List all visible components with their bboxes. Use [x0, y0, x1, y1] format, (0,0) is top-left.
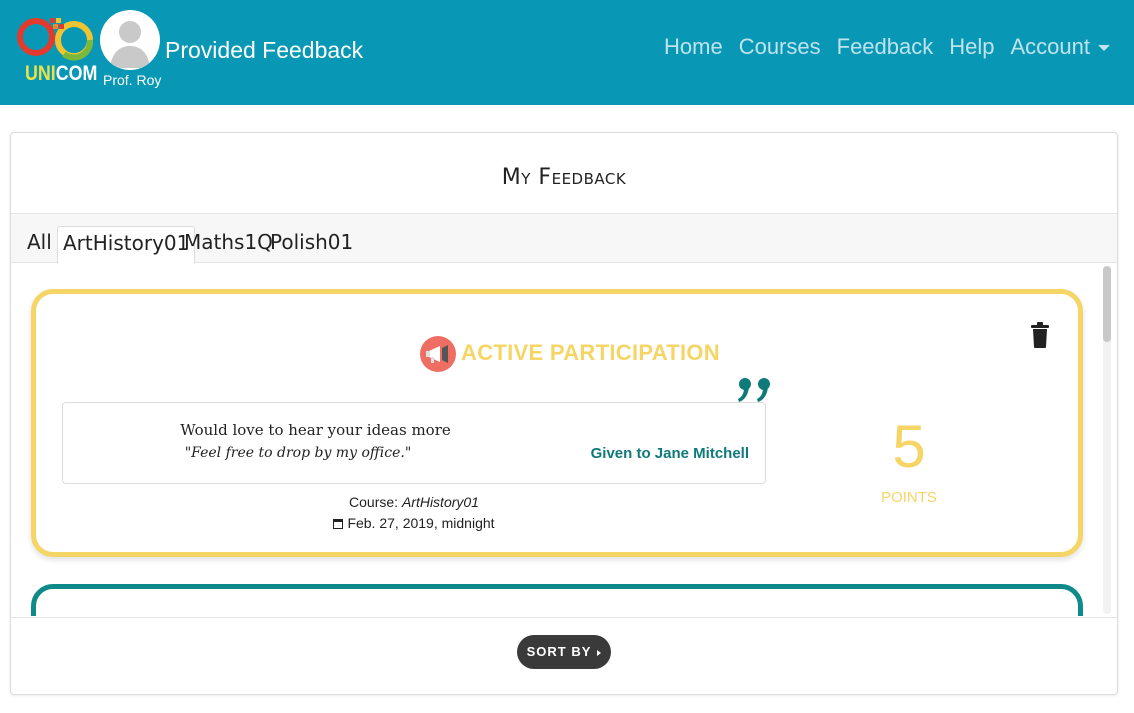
recipient-label: Given to Jane Mitchell — [590, 445, 749, 462]
nav-account[interactable]: Account — [1010, 34, 1110, 60]
user-name: Prof. Roy — [103, 72, 162, 88]
feedback-line-1: Would love to hear your ideas more — [180, 421, 451, 439]
page-title: Provided Feedback — [165, 37, 364, 63]
course-label: Course: — [349, 494, 399, 510]
scrollbar[interactable] — [1103, 266, 1111, 614]
megaphone-icon — [420, 336, 456, 372]
feedback-item: ACTIVE PARTICIPATION Would love to hear … — [31, 289, 1083, 557]
feedback-message: Would love to hear your ideas more "Feel… — [62, 402, 766, 484]
trash-icon[interactable] — [1030, 322, 1050, 348]
nav-home[interactable]: Home — [664, 34, 723, 60]
feedback-date: Feb. 27, 2019, midnight — [347, 515, 495, 531]
points-label: POINTS — [881, 489, 937, 506]
tab-maths1q[interactable]: Maths1Q — [179, 226, 278, 264]
nav-account-label: Account — [1010, 34, 1091, 59]
panel-footer: SORT BY — [11, 617, 1117, 695]
main-nav: Home Courses Feedback Help Account — [664, 34, 1110, 60]
tab-arthistory01[interactable]: ArtHistory01 — [57, 226, 196, 264]
feedback-panel: My Feedback All ArtHistory01 Maths1Q Pol… — [10, 132, 1118, 695]
course-tabs: All ArtHistory01 Maths1Q Polish01 — [11, 213, 1117, 264]
panel-title: My Feedback — [501, 165, 627, 190]
course-info: Course: ArtHistory01 — [36, 494, 792, 510]
play-caret-icon — [597, 649, 602, 656]
tab-all[interactable]: All — [22, 226, 57, 264]
feedback-item — [31, 584, 1083, 616]
calendar-icon — [333, 519, 344, 529]
nav-feedback[interactable]: Feedback — [837, 34, 934, 60]
top-bar: UNICOM Prof. Roy Provided Feedback Home … — [0, 0, 1134, 105]
scrollbar-thumb[interactable] — [1103, 266, 1111, 342]
sort-by-label: SORT BY — [526, 644, 592, 659]
feedback-list: ACTIVE PARTICIPATION Would love to hear … — [11, 264, 1117, 616]
logo-wordmark: UNICOM — [25, 62, 97, 86]
avatar-icon[interactable] — [100, 10, 160, 70]
nav-help[interactable]: Help — [949, 34, 994, 60]
tab-polish01[interactable]: Polish01 — [265, 226, 358, 264]
date-info: Feb. 27, 2019, midnight — [36, 515, 792, 531]
feedback-category: ACTIVE PARTICIPATION — [461, 340, 720, 365]
dropdown-caret-icon — [1098, 45, 1110, 52]
course-name: ArtHistory01 — [401, 494, 479, 510]
feedback-line-2: "Feel free to drop by my office." — [184, 445, 412, 461]
sort-by-button[interactable]: SORT BY — [517, 635, 611, 669]
logo-text-com: COM — [55, 62, 98, 85]
points-value: 5 — [892, 413, 926, 480]
logo-text-uni: UNI — [25, 62, 56, 85]
quote-icon — [738, 378, 770, 402]
nav-courses[interactable]: Courses — [739, 34, 821, 60]
